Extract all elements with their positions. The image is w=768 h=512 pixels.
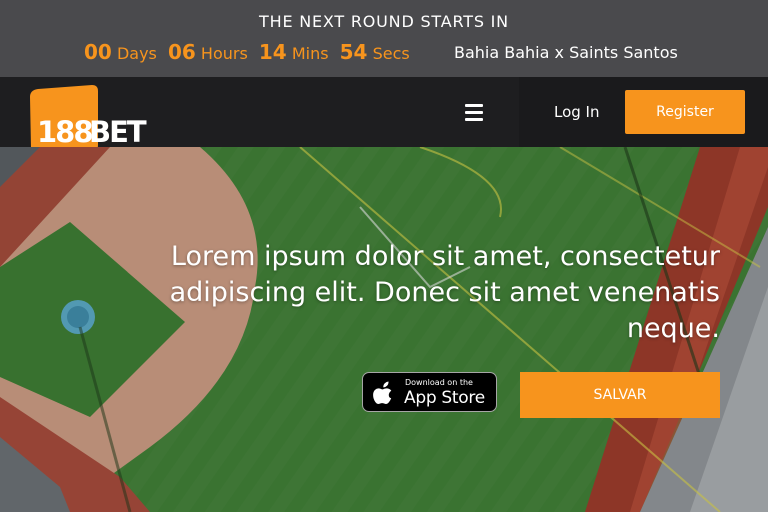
app-store-label: App Store <box>404 388 485 408</box>
match-name[interactable]: Bahia Bahia x Saints Santos <box>454 43 678 62</box>
secs-value: 54 <box>339 40 368 64</box>
logo-word: BET <box>89 115 147 149</box>
site-header: 188 BET Log In Register <box>0 77 768 158</box>
hours-value: 06 <box>167 40 196 64</box>
days-label: Days <box>116 44 157 63</box>
secs-label: Secs <box>372 44 410 63</box>
hours-label: Hours <box>200 44 248 63</box>
hero-headline: Lorem ipsum dolor sit amet, consectetur … <box>169 241 720 344</box>
countdown-title: THE NEXT ROUND STARTS IN <box>259 12 509 31</box>
countdown-timer: 00 Days 06 Hours 14 Mins 54 Secs <box>84 40 416 64</box>
apple-icon <box>373 381 392 404</box>
salvar-button[interactable]: SALVAR <box>520 372 720 418</box>
logo-number: 188 <box>37 115 92 149</box>
app-store-caption: Download on the <box>405 378 473 387</box>
mins-value: 14 <box>258 40 287 64</box>
days-value: 00 <box>84 40 112 64</box>
register-button[interactable]: Register <box>625 90 745 134</box>
countdown-bar: THE NEXT ROUND STARTS IN 00 Days 06 Hour… <box>0 0 768 77</box>
app-store-button[interactable]: Download on the App Store <box>362 372 497 412</box>
mins-label: Mins <box>291 44 329 63</box>
hero-section: Lorem ipsum dolor sit amet, consectetur … <box>0 147 768 512</box>
hamburger-menu-icon[interactable] <box>456 99 492 125</box>
login-link[interactable]: Log In <box>554 103 600 121</box>
